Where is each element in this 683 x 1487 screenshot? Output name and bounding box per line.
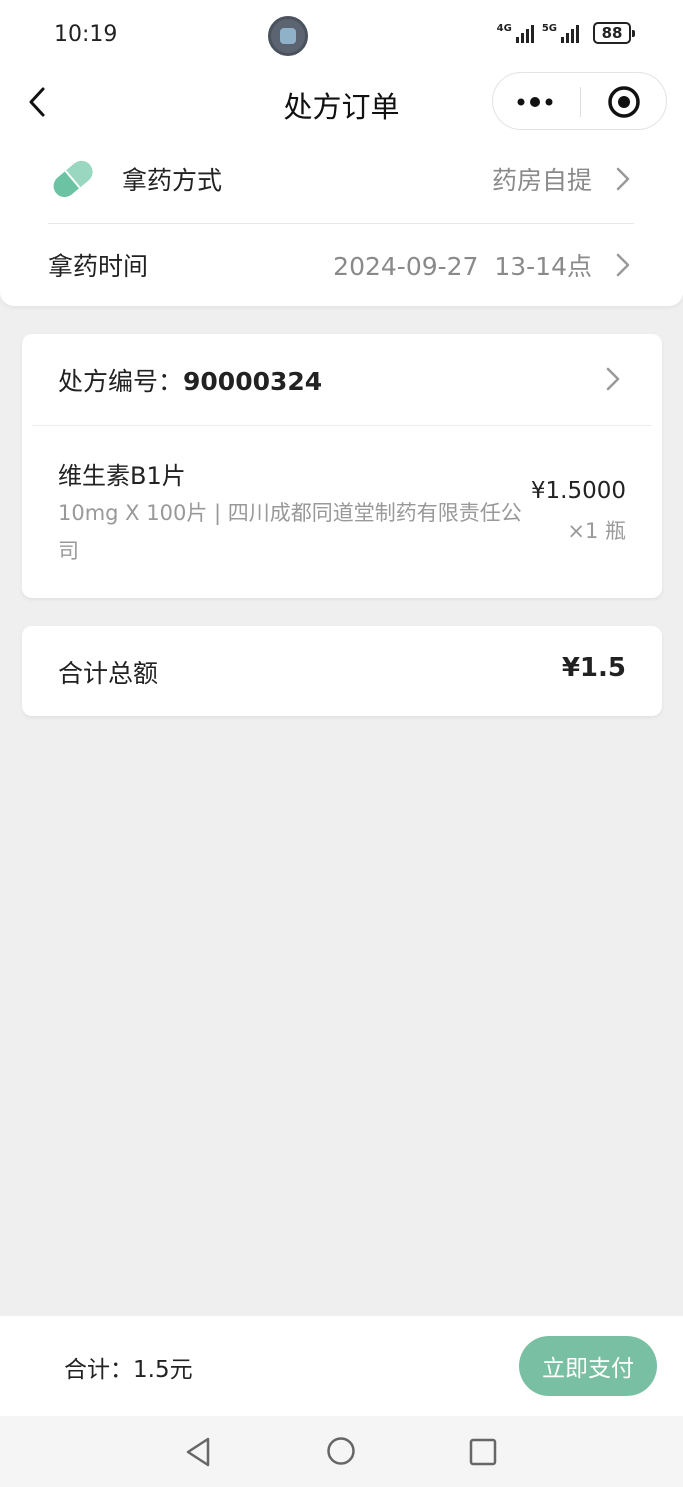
pill-icon [53, 160, 93, 197]
pay-now-button[interactable]: 立即支付 [519, 1336, 657, 1396]
pickup-time-value: 2024-09-27 13-14点 [333, 252, 592, 281]
signal-5g-icon: 5G [542, 23, 579, 43]
pickup-card: 拿药方式 药房自提 拿药时间 2024-09-27 13-14点 [0, 134, 683, 306]
prescription-header[interactable]: 处方编号：90000324 [32, 334, 652, 426]
chevron-right-icon [616, 167, 630, 190]
pay-bar: 合计：1.5元 立即支付 [0, 1316, 683, 1416]
status-bar: 10:19 4G 5G 88 [0, 0, 683, 72]
music-app-icon [268, 16, 308, 56]
pickup-time-row[interactable]: 拿药时间 2024-09-27 13-14点 [48, 225, 634, 305]
drug-quantity: ×1 瓶 [567, 519, 626, 543]
battery-icon: 88 [593, 22, 635, 44]
system-nav-bar [0, 1416, 683, 1487]
system-home-icon[interactable] [326, 1436, 356, 1466]
capsule-divider [580, 87, 581, 117]
mini-program-capsule [492, 72, 667, 130]
system-back-icon[interactable] [184, 1436, 214, 1468]
status-indicators: 4G 5G 88 [497, 22, 635, 44]
drug-price: ¥1.5000 [530, 478, 626, 504]
pickup-method-row[interactable]: 拿药方式 药房自提 [48, 134, 634, 224]
chevron-right-icon [616, 253, 630, 277]
total-label: 合计总额 [58, 659, 159, 688]
pickup-method-value: 药房自提 [491, 165, 592, 195]
prescription-card: 处方编号：90000324 维生素B1片 10mg X 100片 | 四川成都同… [22, 334, 662, 598]
drug-name: 维生素B1片 [58, 462, 186, 490]
prescription-number: 处方编号：90000324 [58, 367, 323, 396]
system-recent-icon[interactable] [469, 1438, 497, 1466]
nav-bar: 处方订单 [0, 72, 683, 134]
total-value: ¥1.5 [561, 653, 626, 683]
status-time: 10:19 [54, 22, 118, 47]
pickup-method-label: 拿药方式 [122, 165, 223, 195]
pickup-time-label: 拿药时间 [48, 252, 149, 281]
drug-description: 10mg X 100片 | 四川成都同道堂制药有限责任公司 [58, 501, 522, 563]
total-card: 合计总额 ¥1.5 [22, 626, 662, 716]
chevron-right-icon [606, 367, 620, 391]
signal-4g-icon: 4G [497, 23, 534, 43]
more-dots-icon[interactable] [515, 90, 555, 114]
target-icon[interactable] [607, 85, 641, 119]
pay-summary: 合计：1.5元 [64, 1357, 193, 1383]
